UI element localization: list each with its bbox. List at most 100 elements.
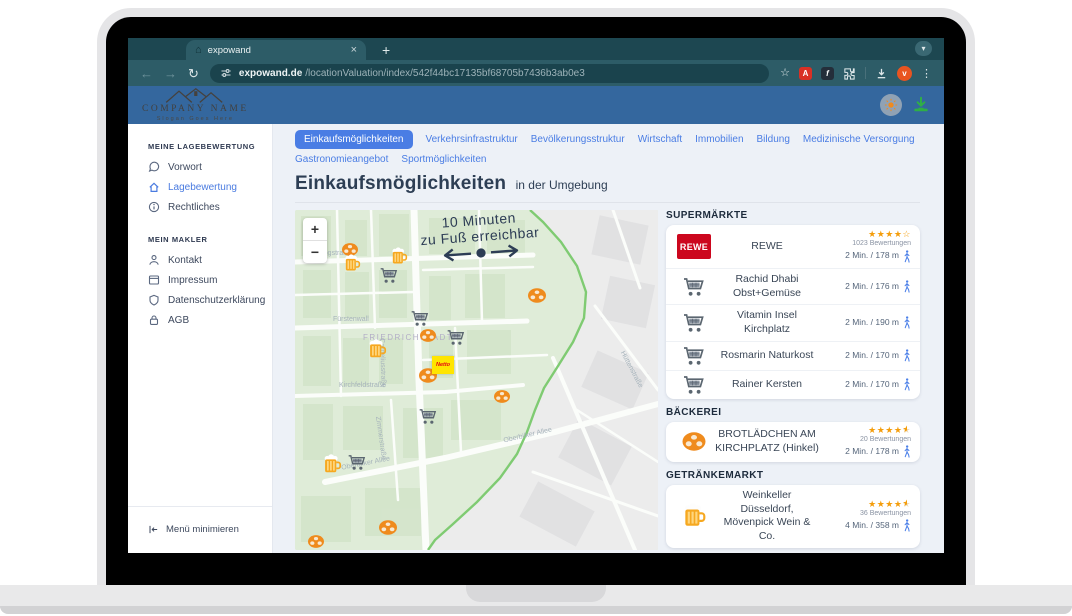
sidebar-item-kontakt[interactable]: Kontakt [128,250,272,270]
rating-stars: ★★★★★ [868,500,911,509]
walking-person-icon [903,280,911,293]
forward-button[interactable]: → [164,67,177,80]
sidebar-item-vorwort[interactable]: Vorwort [128,157,272,177]
distance-text: 4 Min. / 358 m [845,520,899,532]
map-marker-beer-icon[interactable] [323,454,342,480]
tab-bevoelkerungsstruktur[interactable]: Bevölkerungsstruktur [531,134,625,145]
new-tab-button[interactable]: + [382,40,390,60]
browser-menu-kebab-icon[interactable]: ⋮ [921,67,932,80]
category-tabs-row-1: Einkaufsmöglichkeiten Verkehrsinfrastruk… [295,130,920,149]
sidebar-minimize-button[interactable]: Menü minimieren [148,524,239,535]
walking-person-icon [903,519,911,532]
walking-person-icon [903,445,911,458]
sidebar-item-label: Kontakt [168,255,202,266]
sidebar-item-datenschutz[interactable]: Datenschutzerklärung [128,290,272,310]
sidebar-item-label: Vorwort [168,162,202,173]
browser-tab[interactable]: ⌂ expowand × [186,40,366,60]
section-title-getraenkemarkt: GETRÄNKEMARKT [666,470,920,481]
place-name: Rosmarin Naturkost [713,349,821,363]
theme-toggle-button[interactable] [880,94,902,116]
toolbar-icons: ☆ A f v ⋮ [780,66,932,81]
drinks-card: Weinkeller Düsseldorf, Mövenpick Wein & … [666,485,920,548]
tab-close-icon[interactable]: × [351,45,357,56]
rewe-logo: REWE [677,234,711,259]
sidebar-item-impressum[interactable]: Impressum [128,270,272,290]
roofs-logo-icon [159,88,231,104]
browser-profile-avatar[interactable]: v [897,66,912,81]
website-viewport: COMPANY NAME Slogan Goes Here MEINE LAGE… [128,86,944,553]
company-logo[interactable]: COMPANY NAME Slogan Goes Here [142,88,249,122]
pdf-extension-icon[interactable]: A [799,67,812,80]
tab-einkaufsmoeglichkeiten[interactable]: Einkaufsmöglichkeiten [295,130,413,149]
tab-wirtschaft[interactable]: Wirtschaft [638,134,682,145]
info-circle-icon [148,201,160,213]
cart-icon [682,277,706,297]
extensions-puzzle-icon[interactable] [843,67,856,80]
page-title-row: Einkaufsmöglichkeiten in der Umgebung [295,173,920,195]
map-marker-pretzel-icon[interactable] [418,328,438,349]
map-marker-pretzel-icon[interactable] [306,534,326,551]
sidebar-nav: MEINE LAGEBEWERTUNG Vorwort Lagebewertun… [128,124,273,553]
place-row-rosmarin[interactable]: Rosmarin Naturkost 2 Min. / 170 m [666,342,920,371]
downloads-icon[interactable] [875,67,888,80]
reload-button[interactable]: ↻ [188,67,199,80]
shield-icon [148,294,160,306]
map-marker-pretzel-icon[interactable] [492,389,512,410]
place-row-brotlaedchen[interactable]: BROTLÄDCHEN AM KIRCHPLATZ (Hinkel) ★★★★★… [666,422,920,462]
place-row-rewe[interactable]: REWE REWE ★★★★☆ 1023 Bewertungen 2 Min. … [666,225,920,269]
walking-person-icon [903,250,911,263]
pretzel-icon [680,430,708,453]
collapse-left-icon [148,524,159,535]
section-title-supermaerkte: SUPERMÄRKTE [666,210,920,221]
place-name: Vitamin Insel Kirchplatz [713,309,821,336]
tab-bildung[interactable]: Bildung [757,134,790,145]
place-row-weinkeller[interactable]: Weinkeller Düsseldorf, Mövenpick Wein & … [666,485,920,548]
cart-icon [682,346,706,366]
sidebar-item-label: Impressum [168,275,217,286]
map-marker-pretzel-icon[interactable] [526,287,548,310]
browser-window: ⌂ expowand × + ▾ ← → ↻ expowand.de /loca… [128,38,944,553]
place-row-rainer-kersten[interactable]: Rainer Kersten 2 Min. / 170 m [666,371,920,399]
tab-sportmoeglichkeiten[interactable]: Sportmöglichkeiten [401,154,486,165]
distance-text: 2 Min. / 190 m [845,317,899,329]
map-marker-pretzel-icon[interactable] [377,519,399,542]
browser-tab-strip: ⌂ expowand × + ▾ [128,38,944,60]
address-bar[interactable]: expowand.de /locationValuation/index/542… [210,64,769,83]
tab-medizinische-versorgung[interactable]: Medizinische Versorgung [803,134,915,145]
map-marker-beer-icon[interactable] [344,254,361,278]
sidebar-item-lagebewertung[interactable]: Lagebewertung [128,177,272,197]
map-zoom-in-button[interactable]: + [303,218,327,241]
map-marker-beer-icon[interactable] [368,339,387,365]
tab-immobilien[interactable]: Immobilien [695,134,743,145]
tab-favicon-home-icon: ⌂ [195,45,202,56]
title-divider [295,202,920,203]
map-marker-netto-logo[interactable]: Netto [432,356,454,374]
review-count: 20 Bewertungen [860,436,911,444]
back-button[interactable]: ← [140,67,153,80]
map-marker-cart-icon[interactable] [347,454,367,476]
place-name: Rachid Dhabi Obst+Gemüse [713,273,821,300]
laptop-notch [466,585,606,602]
sidebar-item-rechtliches[interactable]: Rechtliches [128,197,272,217]
script-extension-icon[interactable]: f [821,67,834,80]
tab-verkehrsinfrastruktur[interactable]: Verkehrsinfrastruktur [426,134,518,145]
laptop-mockup: ⌂ expowand × + ▾ ← → ↻ expowand.de /loca… [0,0,1072,616]
map-marker-cart-icon[interactable] [418,408,438,430]
map-marker-cart-icon[interactable] [446,329,466,351]
sidebar-item-label: AGB [168,315,189,326]
site-settings-icon[interactable] [220,67,232,79]
place-row-rachid-dhabi[interactable]: Rachid Dhabi Obst+Gemüse 2 Min. / 176 m [666,269,920,305]
map-canvas[interactable]: + − 10 Minuten zu Fuß erreichbar [295,210,658,550]
download-report-button[interactable] [912,96,930,114]
place-row-vitamin-insel[interactable]: Vitamin Insel Kirchplatz 2 Min. / 190 m [666,305,920,341]
sidebar-item-agb[interactable]: AGB [128,310,272,330]
sidebar-divider [128,506,272,507]
sidebar-item-label: Datenschutzerklärung [168,295,265,306]
map-zoom-out-button[interactable]: − [303,241,327,263]
places-panel: SUPERMÄRKTE REWE REWE ★★★★☆ 1023 Bewertu… [666,210,920,553]
sidebar-minimize-label: Menü minimieren [166,524,239,535]
distance-text: 2 Min. / 176 m [845,281,899,293]
tab-search-chevron-icon[interactable]: ▾ [915,41,932,56]
tab-gastronomieangebot[interactable]: Gastronomieangebot [295,154,388,165]
bookmark-star-icon[interactable]: ☆ [780,68,790,79]
